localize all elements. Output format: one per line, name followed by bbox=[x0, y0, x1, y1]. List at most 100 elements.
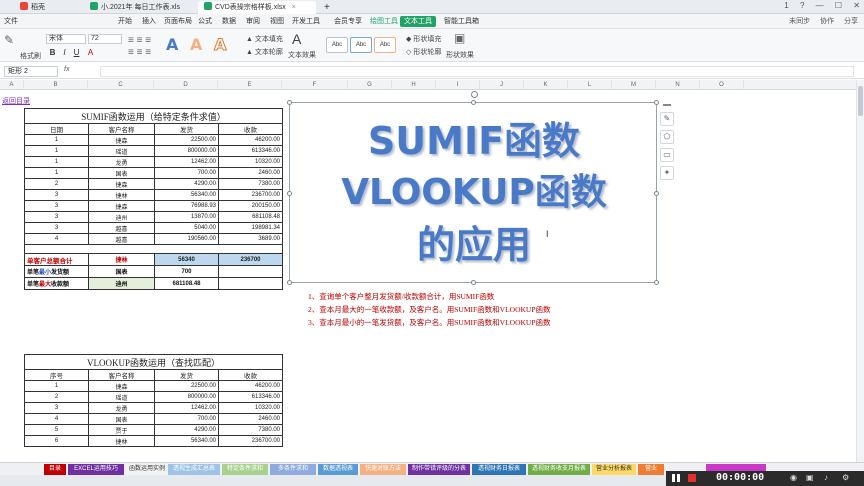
title-textbox[interactable]: SUMIF函数 VLOOKUP函数 的应用 I bbox=[287, 91, 659, 285]
cell[interactable]: 1 bbox=[24, 145, 89, 157]
cell[interactable]: 贾于 bbox=[88, 424, 155, 436]
menu-developer[interactable]: 开发工具 bbox=[288, 16, 324, 27]
cell[interactable]: 613346.00 bbox=[217, 391, 284, 403]
cell[interactable]: 7380.00 bbox=[217, 424, 284, 436]
maximize-icon[interactable]: ☐ bbox=[835, 1, 842, 10]
settings-icon[interactable]: ⚙ bbox=[842, 473, 849, 482]
summary-label-total[interactable]: 单客户总额合计 bbox=[24, 253, 89, 266]
cell[interactable]: 6 bbox=[24, 435, 89, 447]
cell[interactable]: 越喜 bbox=[88, 233, 155, 245]
align-icons[interactable]: ≡ ≡ ≡ bbox=[128, 35, 151, 46]
col-L[interactable]: L bbox=[568, 80, 612, 90]
underline-button[interactable]: U bbox=[72, 48, 81, 57]
text-effect-label[interactable]: 文本效果 bbox=[288, 50, 316, 60]
bold-button[interactable]: B bbox=[48, 48, 57, 57]
cell[interactable]: 1 bbox=[24, 156, 89, 168]
header-receipt[interactable]: 收款 bbox=[217, 369, 284, 381]
tab-docer[interactable]: 稻壳 bbox=[14, 1, 66, 14]
resize-handle[interactable] bbox=[654, 280, 659, 285]
cell[interactable]: 3 bbox=[24, 222, 89, 234]
cell[interactable]: 捷林 bbox=[88, 189, 155, 201]
sheet-tab-multi-condition-sum[interactable]: 多条件求和 bbox=[270, 464, 316, 475]
header-customer[interactable]: 客户名称 bbox=[88, 369, 155, 381]
cell[interactable]: 13870.00 bbox=[154, 211, 219, 223]
cell[interactable]: 捷林 bbox=[88, 435, 155, 447]
text-fill-button[interactable]: ▲ 文本填充 bbox=[246, 34, 283, 44]
webcam-icon[interactable]: ▣ bbox=[806, 473, 814, 482]
sheet-tab-pivot-table[interactable]: 数据透视表 bbox=[318, 464, 358, 475]
camera-icon[interactable]: ◉ bbox=[790, 473, 797, 482]
cell[interactable]: 10320.00 bbox=[217, 402, 284, 414]
cell[interactable]: 4290.00 bbox=[154, 178, 219, 190]
menu-file[interactable]: 文件 bbox=[0, 16, 22, 27]
cell[interactable]: 3 bbox=[24, 200, 89, 212]
close-tab-icon[interactable]: × bbox=[292, 4, 296, 11]
shape-effect-icon[interactable]: ▣ bbox=[454, 31, 465, 45]
cell[interactable]: 2 bbox=[24, 178, 89, 190]
format-painter-icon[interactable]: ✎ bbox=[4, 33, 14, 47]
sync-status[interactable]: 未同步 bbox=[789, 18, 810, 25]
summary-receipt-max[interactable] bbox=[217, 277, 284, 290]
summary-receipt-total[interactable]: 236700 bbox=[217, 253, 284, 266]
cell[interactable]: 龙勇 bbox=[88, 402, 155, 414]
summary-customer-max[interactable]: 迪州 bbox=[88, 277, 155, 290]
format-painter-label[interactable]: 格式刷 bbox=[20, 51, 41, 61]
cell[interactable]: 3 bbox=[24, 189, 89, 201]
col-F[interactable]: F bbox=[282, 80, 348, 90]
shape-outline-icon[interactable]: ⬠ bbox=[660, 130, 674, 144]
cell[interactable]: 1 bbox=[24, 380, 89, 392]
sheet-tab-monthly-report[interactable]: 透视财务收支月报表 bbox=[528, 464, 590, 475]
text-outline-button[interactable]: ▲ 文本轮廓 bbox=[246, 47, 283, 57]
col-C[interactable]: C bbox=[88, 80, 154, 90]
sheet-tab-excel-tips[interactable]: EXCEL运用技巧 bbox=[68, 464, 124, 475]
cell[interactable]: 2460.00 bbox=[217, 413, 284, 425]
summary-value-max[interactable]: 681108.48 bbox=[154, 277, 219, 290]
col-A[interactable]: A bbox=[0, 80, 24, 90]
sheet-tab-business-analysis[interactable]: 营业分析报表 bbox=[592, 464, 636, 475]
cell[interactable]: 4290.00 bbox=[154, 424, 219, 436]
cell[interactable]: 800000.00 bbox=[154, 145, 219, 157]
font-color-icon[interactable]: A bbox=[86, 48, 95, 57]
back-to-index-link[interactable]: 返回目录 bbox=[2, 96, 30, 106]
tab-daily-worksheet[interactable]: 小.2021年 每日工作表.xls bbox=[84, 1, 194, 14]
sheet-tab-conditional-sum[interactable]: 特定条件求和 bbox=[222, 464, 268, 475]
cell[interactable]: 捷森 bbox=[88, 134, 155, 146]
cell[interactable]: 200150.00 bbox=[217, 200, 284, 212]
microphone-icon[interactable]: ♪ bbox=[824, 473, 828, 482]
menu-home[interactable]: 开始 bbox=[114, 16, 136, 27]
formula-input[interactable] bbox=[100, 66, 854, 77]
scroll-thumb[interactable] bbox=[858, 86, 863, 116]
text-effect-icon[interactable]: A bbox=[292, 31, 301, 47]
col-G[interactable]: G bbox=[348, 80, 392, 90]
sheet-tab-business[interactable]: 营业 bbox=[638, 464, 664, 475]
shape-style-3[interactable]: Abc bbox=[374, 37, 396, 53]
menu-member[interactable]: 会员专享 bbox=[330, 16, 366, 27]
tab-cvd-template[interactable]: CVD表操宗格样板.xlsx × bbox=[198, 1, 316, 14]
font-name-select[interactable]: 宋体 bbox=[46, 34, 86, 44]
collaborate-button[interactable]: 协作 bbox=[820, 18, 834, 25]
cell[interactable]: 国表 bbox=[88, 167, 155, 179]
cell[interactable]: 12462.00 bbox=[154, 156, 219, 168]
edit-pen-icon[interactable]: ✎ bbox=[660, 112, 674, 126]
text-style-blue[interactable]: A bbox=[166, 35, 178, 54]
header-shipment[interactable]: 发货 bbox=[154, 123, 219, 135]
font-size-select[interactable]: 72 bbox=[88, 34, 122, 44]
col-E[interactable]: E bbox=[218, 80, 282, 90]
menu-data[interactable]: 数据 bbox=[218, 16, 240, 27]
collapse-icon[interactable] bbox=[663, 104, 671, 106]
header-receipt[interactable]: 收款 bbox=[217, 123, 284, 135]
menu-smart-toolbox[interactable]: 智能工具箱 bbox=[440, 16, 483, 27]
resize-handle[interactable] bbox=[471, 280, 476, 285]
sheet-tab-pivot-summary[interactable]: 透视生成汇总表 bbox=[168, 464, 220, 475]
menu-view[interactable]: 视图 bbox=[266, 16, 288, 27]
cell[interactable]: 700.00 bbox=[154, 413, 219, 425]
resize-handle[interactable] bbox=[287, 100, 292, 105]
share-button[interactable]: 分享 bbox=[844, 18, 858, 25]
summary-label-min[interactable]: 单笔最小发货额 bbox=[24, 265, 89, 278]
cell[interactable]: 4 bbox=[24, 233, 89, 245]
cell[interactable]: 46200.00 bbox=[217, 134, 284, 146]
shape-outline-button[interactable]: ◇ 形状轮廓 bbox=[406, 47, 441, 57]
cell[interactable]: 2 bbox=[24, 391, 89, 403]
name-box[interactable]: 矩形 2 bbox=[4, 66, 58, 77]
cell[interactable]: 236700.00 bbox=[217, 189, 284, 201]
